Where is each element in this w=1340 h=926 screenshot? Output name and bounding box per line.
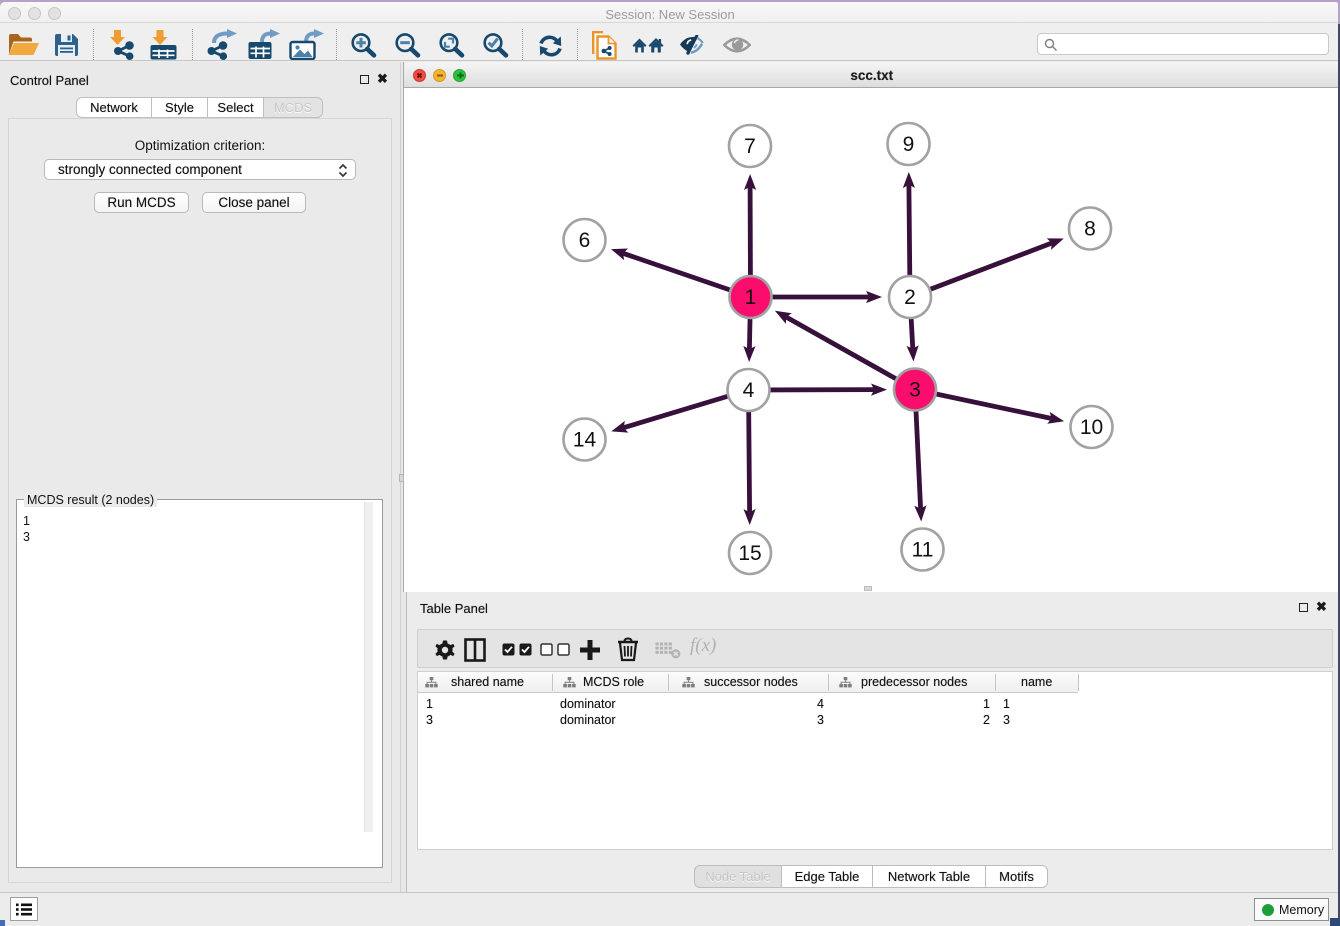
svg-text:9: 9 [902,133,914,156]
svg-text:3: 3 [909,379,921,402]
svg-text:1: 1 [744,286,756,309]
svg-text:10: 10 [1079,416,1102,439]
svg-text:11: 11 [911,539,933,562]
svg-text:7: 7 [744,135,756,158]
svg-text:14: 14 [572,429,596,452]
svg-text:2: 2 [904,286,916,309]
svg-text:4: 4 [742,379,754,402]
svg-text:15: 15 [738,542,761,565]
svg-text:8: 8 [1084,218,1096,241]
svg-text:6: 6 [578,229,590,252]
